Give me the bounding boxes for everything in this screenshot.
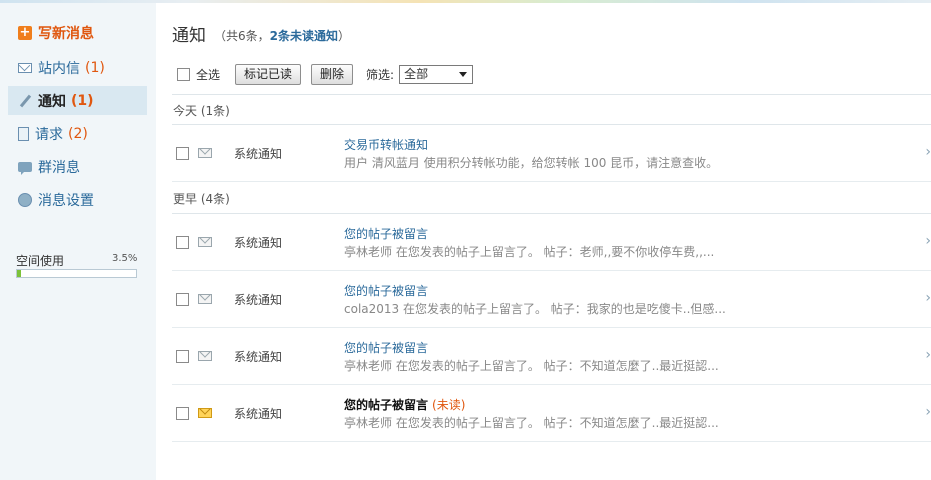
envelope-icon xyxy=(198,148,212,158)
subtitle-prefix: （共6条， xyxy=(214,29,270,43)
notification-row[interactable]: 系统通知 交易币转帐通知 用户 清风蓝月 使用积分转帐功能，给您转帐 100 昆… xyxy=(172,125,931,182)
plus-icon: + xyxy=(18,25,32,40)
divider xyxy=(172,94,931,95)
row-sender: 系统通知 xyxy=(234,293,283,307)
sidebar-item-inbox[interactable]: 站内信 (1) xyxy=(8,53,147,82)
space-usage-bar xyxy=(16,269,137,278)
row-preview: 用户 清风蓝月 使用积分转帐功能，给您转帐 100 昆币，请注意查收。 xyxy=(344,156,719,170)
space-usage-percent: 3.5% xyxy=(112,253,138,264)
notification-row[interactable]: 系统通知 您的帖子被留言 cola2013 在您发表的帖子上留言了。 帖子：我家… xyxy=(172,271,931,328)
chevron-right-icon[interactable]: › xyxy=(925,404,931,420)
row-preview: 亭林老师 在您发表的帖子上留言了。 帖子：不知道怎麼了..最近挺認... xyxy=(344,416,719,430)
filter-select[interactable]: 全部 xyxy=(399,64,474,84)
space-usage-fill xyxy=(17,270,22,277)
notification-row[interactable]: 系统通知 您的帖子被留言 亭林老师 在您发表的帖子上留言了。 帖子：不知道怎麼了… xyxy=(172,328,931,385)
group-heading-today: 今天 (1条) xyxy=(173,104,230,118)
mail-icon xyxy=(18,63,32,73)
row-subject[interactable]: 您的帖子被留言 (未读) xyxy=(344,396,465,413)
sidebar-item-group-messages[interactable]: 群消息 xyxy=(8,152,147,181)
row-sender: 系统通知 xyxy=(234,236,283,250)
row-checkbox[interactable] xyxy=(176,293,189,306)
sidebar-item-label: 消息设置 xyxy=(38,192,94,209)
subtitle-suffix: ） xyxy=(338,29,351,43)
group-heading-earlier: 更早 (4条) xyxy=(173,192,230,206)
notification-row-unread[interactable]: 系统通知 您的帖子被留言 (未读) 亭林老师 在您发表的帖子上留言了。 帖子：不知… xyxy=(172,385,931,442)
row-checkbox[interactable] xyxy=(176,236,189,249)
compose-label: 写新消息 xyxy=(38,26,94,42)
mark-read-button[interactable]: 标记已读 xyxy=(235,63,302,85)
chat-icon xyxy=(18,161,32,175)
sidebar-item-label: 请求 xyxy=(35,126,63,143)
sidebar-item-label: 群消息 xyxy=(38,159,80,176)
filter-label: 筛选: xyxy=(366,67,395,82)
space-usage-label: 空间使用 xyxy=(16,254,65,268)
unread-envelope-icon xyxy=(198,408,212,418)
toolbar: 全选 标记已读 删除 筛选: 全部 xyxy=(172,63,474,85)
row-checkbox[interactable] xyxy=(176,147,189,160)
row-preview: 亭林老师 在您发表的帖子上留言了。 帖子：老师,,要不你收停车费,,... xyxy=(344,245,715,259)
sidebar-item-label: 站内信 xyxy=(38,60,80,77)
unread-count-text: 2条未读通知 xyxy=(269,29,338,43)
row-checkbox[interactable] xyxy=(176,350,189,363)
row-subject[interactable]: 您的帖子被留言 xyxy=(344,225,428,242)
settings-icon xyxy=(18,192,32,207)
page-title: 通知 xyxy=(172,26,206,46)
sidebar-item-requests[interactable]: 请求 (2) xyxy=(8,119,147,148)
row-sender: 系统通知 xyxy=(234,407,283,421)
sidebar-item-count: (2) xyxy=(68,125,88,142)
envelope-icon xyxy=(198,351,212,361)
row-sender: 系统通知 xyxy=(234,350,283,364)
row-preview: cola2013 在您发表的帖子上留言了。 帖子：我家的也是吃傻卡..但感... xyxy=(344,302,726,316)
sidebar: + 写新消息 站内信 (1) 通知 (1) 请求 (2) 群消息 消息设置 空间… xyxy=(0,3,156,480)
chevron-right-icon[interactable]: › xyxy=(925,347,931,363)
row-checkbox[interactable] xyxy=(176,407,189,420)
page-subtitle: （共6条，2条未读通知） xyxy=(214,27,350,44)
document-icon xyxy=(18,126,29,141)
row-preview: 亭林老师 在您发表的帖子上留言了。 帖子：不知道怎麼了..最近挺認... xyxy=(344,359,719,373)
sidebar-item-label: 通知 xyxy=(38,93,66,110)
notification-row[interactable]: 系统通知 您的帖子被留言 亭林老师 在您发表的帖子上留言了。 帖子：老师,,要不… xyxy=(172,214,931,271)
compose-button[interactable]: + 写新消息 xyxy=(18,23,94,43)
row-subject[interactable]: 您的帖子被留言 xyxy=(344,339,428,356)
chevron-right-icon[interactable]: › xyxy=(925,233,931,249)
pencil-icon xyxy=(18,94,32,108)
sidebar-item-notifications[interactable]: 通知 (1) xyxy=(8,86,147,115)
sidebar-item-count: (1) xyxy=(85,59,105,76)
sidebar-item-count: (1) xyxy=(71,92,94,109)
chevron-right-icon[interactable]: › xyxy=(925,290,931,306)
chevron-right-icon[interactable]: › xyxy=(925,144,931,160)
row-subject[interactable]: 您的帖子被留言 xyxy=(344,282,428,299)
delete-button[interactable]: 删除 xyxy=(311,63,354,85)
sidebar-item-message-settings[interactable]: 消息设置 xyxy=(8,185,147,214)
unread-tag: (未读) xyxy=(432,398,466,412)
row-subject[interactable]: 交易币转帐通知 xyxy=(344,136,428,153)
notifications-panel: 通知 （共6条，2条未读通知） 全选 标记已读 删除 筛选: 全部 今天 (1条… xyxy=(172,3,931,480)
row-subject-text[interactable]: 您的帖子被留言 xyxy=(344,398,428,412)
select-all-label: 全选 xyxy=(196,67,221,82)
envelope-icon xyxy=(198,294,212,304)
select-all-checkbox[interactable] xyxy=(177,67,190,81)
row-sender: 系统通知 xyxy=(234,147,283,161)
envelope-icon xyxy=(198,237,212,247)
